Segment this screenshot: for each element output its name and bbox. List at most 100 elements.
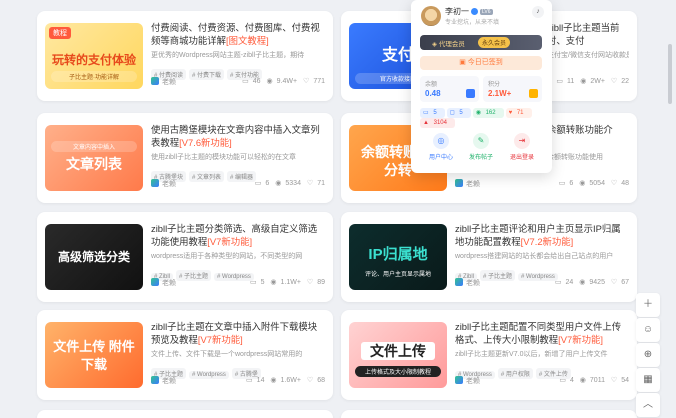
- author[interactable]: 老赖: [455, 278, 480, 288]
- user-icon: ◎: [433, 133, 449, 149]
- thumbnail-subtext: 评论、用户主页显示属地: [364, 272, 431, 278]
- thumbnail-chip: 教程: [49, 27, 71, 39]
- eye-icon: ◉: [266, 78, 273, 85]
- post-card[interactable]: [341, 410, 637, 418]
- author[interactable]: 老赖: [455, 179, 480, 189]
- thumbnail-text: 高级筛选分类: [57, 250, 130, 264]
- author-avatar: [151, 278, 159, 286]
- logout-icon: ⇥: [514, 133, 530, 149]
- author[interactable]: 老赖: [151, 179, 176, 189]
- user-center-button[interactable]: ◎ 用户中心: [423, 133, 459, 161]
- like-icon: ♡: [610, 78, 618, 85]
- post-excerpt: 使用zibll子比主题的模块功能可以轻松的在文章: [151, 154, 297, 161]
- user-avatar[interactable]: [421, 6, 441, 26]
- author[interactable]: 老赖: [151, 278, 176, 288]
- hot-count[interactable]: ▲ 3104: [420, 118, 455, 128]
- author[interactable]: 老赖: [151, 376, 176, 386]
- thumbnail-text: 文件上传: [361, 342, 435, 360]
- post-stats: ▭ 24 ◉ 9425 ♡ 67: [554, 279, 629, 286]
- post-title[interactable]: zibll子比主题分类筛选、高级自定义筛选功能使用教程[V7新功能]: [151, 222, 325, 248]
- username[interactable]: 李初一 LV6: [445, 6, 493, 17]
- level-badge: LV6: [480, 9, 493, 15]
- scrollbar[interactable]: [667, 0, 673, 418]
- user-counts: ▭ 5 ◻ 5 ◉ 162 ♥ 71 ▲ 3104: [420, 108, 544, 128]
- back-to-top-button[interactable]: ︿: [636, 393, 660, 417]
- scrollbar-thumb[interactable]: [668, 44, 672, 104]
- wallet-icon: [466, 89, 475, 98]
- thumbnail-text: 文件上传 附件下载: [53, 339, 135, 372]
- post-tags: # 付费阅读 # 付费下载 # 支付功能: [151, 64, 325, 80]
- like-icon: ♡: [306, 180, 314, 187]
- post-title[interactable]: zibll子比主题评论和用户主页显示IP归属地功能配置教程[V7.2新功能]: [455, 222, 629, 248]
- user-signature: 专业挖坑，从来不填: [445, 20, 500, 26]
- vip-expiry: 永久会员: [478, 37, 511, 48]
- author-avatar: [455, 179, 463, 187]
- checkin-button[interactable]: ▣ 今日已签到: [420, 56, 542, 70]
- thumbnail-subtext: 文章内容中插入: [51, 141, 137, 152]
- comment-count[interactable]: ◉ 162: [472, 108, 504, 118]
- comment-icon: ▭: [254, 180, 262, 187]
- bell-icon[interactable]: ♪: [532, 6, 544, 18]
- eye-icon: ◉: [270, 279, 277, 286]
- balance-box[interactable]: 余额 0.48: [420, 76, 479, 102]
- post-excerpt: wordpress适用于各种类型的网站，不同类型的网: [151, 253, 303, 260]
- post-card[interactable]: 文章列表 文章内容中插入 使用古腾堡模块在文章内容中插入文章列表教程[V7.6新…: [37, 113, 333, 203]
- eye-icon: ◉: [270, 377, 277, 384]
- points-label: 积分: [488, 82, 501, 88]
- new-post-button[interactable]: ✎ 发布帖子: [463, 133, 499, 161]
- logout-button[interactable]: ⇥ 退出登录: [504, 133, 540, 161]
- post-thumbnail[interactable]: 高级筛选分类: [45, 224, 143, 290]
- post-thumbnail[interactable]: 教程 玩转的支付体验 子比主题·功能详解: [45, 23, 143, 89]
- like-icon: ♡: [306, 279, 314, 286]
- post-card[interactable]: 文件上传 上传格式及大小限制教程 zibll子比主题配置不同类型用户文件上传格式…: [341, 310, 637, 400]
- eye-icon: ◉: [275, 180, 282, 187]
- post-excerpt: wordpress搭建网站的站长都会给出自己站点的用户: [455, 253, 614, 260]
- comment-icon: ▭: [554, 279, 562, 286]
- post-stats: ▭ 46 ◉ 9.4W+ ♡ 771: [242, 78, 325, 85]
- post-thumbnail[interactable]: 文章列表 文章内容中插入: [45, 125, 143, 191]
- author[interactable]: 老赖: [151, 77, 176, 87]
- balance-value: 0.48: [425, 89, 441, 98]
- post-card[interactable]: IP归属地 评论、用户主页显示属地 zibll子比主题评论和用户主页显示IP归属…: [341, 212, 637, 302]
- post-title[interactable]: zibll子比主题在文章中插入附件下载模块预览及教程[V7新功能]: [151, 320, 325, 346]
- like-count[interactable]: ♥ 71: [505, 108, 532, 118]
- post-stats: ▭ 6 ◉ 5054 ♡ 48: [558, 180, 629, 187]
- eye-icon: ◉: [579, 180, 586, 187]
- points-box[interactable]: 积分 2.1W+: [483, 76, 542, 102]
- comment-icon: ▭: [556, 78, 564, 85]
- post-card[interactable]: 高级筛选分类 zibll子比主题分类筛选、高级自定义筛选功能使用教程[V7新功能…: [37, 212, 333, 302]
- post-stats: ▭ 11 ◉ 2W+ ♡ 22: [556, 78, 629, 85]
- post-title[interactable]: 付费阅读、付费资源、付费图库、付费视频等商城功能详解[图文教程]: [151, 21, 325, 47]
- post-count[interactable]: ▭ 5: [420, 108, 445, 118]
- eye-icon: ◉: [579, 377, 586, 384]
- wechat-icon[interactable]: ☺: [636, 318, 660, 342]
- comment-icon: ▭: [558, 180, 566, 187]
- post-card[interactable]: [37, 410, 333, 418]
- post-thumbnail[interactable]: 文件上传 上传格式及大小限制教程: [349, 322, 447, 388]
- float-new-icon[interactable]: ⊕: [636, 343, 660, 367]
- author-avatar: [455, 376, 463, 384]
- post-card[interactable]: 文件上传 附件下载 zibll子比主题在文章中插入附件下载模块预览及教程[V7新…: [37, 310, 333, 400]
- vip-label: ◈ 代理会员: [432, 41, 465, 48]
- reply-count[interactable]: ◻ 5: [446, 108, 471, 118]
- like-icon: ♡: [610, 279, 618, 286]
- post-title[interactable]: 使用古腾堡模块在文章内容中插入文章列表教程[V7.6新功能]: [151, 123, 325, 149]
- post-stats: ▭ 5 ◉ 1.1W+ ♡ 89: [249, 279, 325, 286]
- comment-icon: ▭: [246, 377, 253, 384]
- post-title[interactable]: zibll子比主题配置不同类型用户文件上传格式、上传大小限制教程[V7新功能]: [455, 320, 629, 346]
- post-stats: ▭ 4 ◉ 7011 ♡ 54: [559, 377, 629, 384]
- float-add-button[interactable]: ＋: [636, 293, 660, 317]
- eye-icon: ◉: [580, 78, 587, 85]
- post-excerpt: 更优秀的Wordpress网站主题-zibll子比主题，期待: [151, 52, 305, 59]
- author-avatar: [151, 376, 159, 384]
- post-tags: # Zibll # 子比主题 # Wordpress: [151, 265, 325, 281]
- post-thumbnail[interactable]: IP归属地 评论、用户主页显示属地: [349, 224, 447, 290]
- post-thumbnail[interactable]: 文件上传 附件下载: [45, 322, 143, 388]
- vip-membership[interactable]: ◈ 代理会员 永久会员: [420, 35, 542, 50]
- post-card[interactable]: 教程 玩转的支付体验 子比主题·功能详解 付费阅读、付费资源、付费图库、付费视频…: [37, 11, 333, 101]
- qrcode-icon[interactable]: ▦: [636, 368, 660, 392]
- author[interactable]: 老赖: [455, 376, 480, 386]
- comment-icon: ▭: [249, 279, 257, 286]
- edit-icon: ✎: [473, 133, 489, 149]
- like-icon: ♡: [610, 377, 618, 384]
